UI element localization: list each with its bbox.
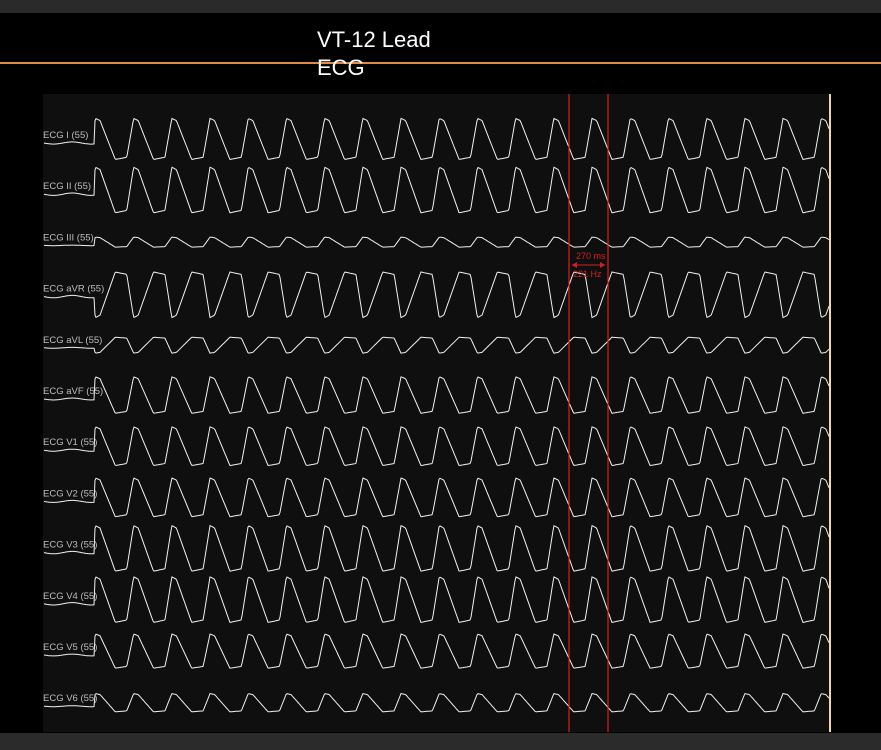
ecg-trace-II (43, 166, 830, 214)
caliper-rate-readout: 221 Hz (573, 269, 602, 279)
ecg-trace-aVL (43, 336, 830, 354)
ecg-trace-V1 (43, 426, 830, 467)
lead-label-aVF: ECG aVF (55) (43, 386, 103, 397)
caliper-arrowhead-left (572, 262, 577, 268)
ecg-trace-V2 (43, 477, 830, 518)
lead-label-V6: ECG V6 (55) (43, 693, 97, 704)
lead-label-I: ECG I (55) (43, 130, 88, 141)
ecg-trace-aVF (43, 376, 830, 414)
ecg-waveform-canvas[interactable]: ECG I (55) ECG II (55) ECG III (55) ECG aVR… (0, 0, 881, 750)
caliper-arrowhead-right (600, 262, 605, 268)
lead-label-V2: ECG V2 (55) (43, 488, 97, 499)
lead-label-V1: ECG V1 (55) (43, 437, 97, 448)
lead-label-V5: ECG V5 (55) (43, 642, 97, 653)
ecg-trace-V5 (43, 633, 830, 669)
ecg-trace-V6 (43, 693, 830, 713)
ecg-trace-III (44, 236, 830, 248)
bottom-window-strip (0, 733, 881, 750)
lead-label-aVR: ECG aVR (55) (43, 284, 104, 295)
lead-label-V3: ECG V3 (55) (43, 540, 97, 551)
lead-label-V4: ECG V4 (55) (43, 591, 97, 602)
lead-label-aVL: ECG aVL (55) (43, 335, 102, 346)
lead-label-III: ECG III (55) (43, 232, 94, 243)
lead-label-II: ECG II (55) (43, 181, 91, 192)
page-title: VT-12 Lead ECG (317, 27, 431, 80)
caliper-interval-readout: 270 ms (576, 251, 606, 261)
ecg-trace-aVR (43, 271, 830, 319)
ecg-trace-V3 (43, 524, 830, 572)
ecg-trace-V4 (43, 576, 830, 623)
ecg-trace-I (43, 117, 830, 160)
